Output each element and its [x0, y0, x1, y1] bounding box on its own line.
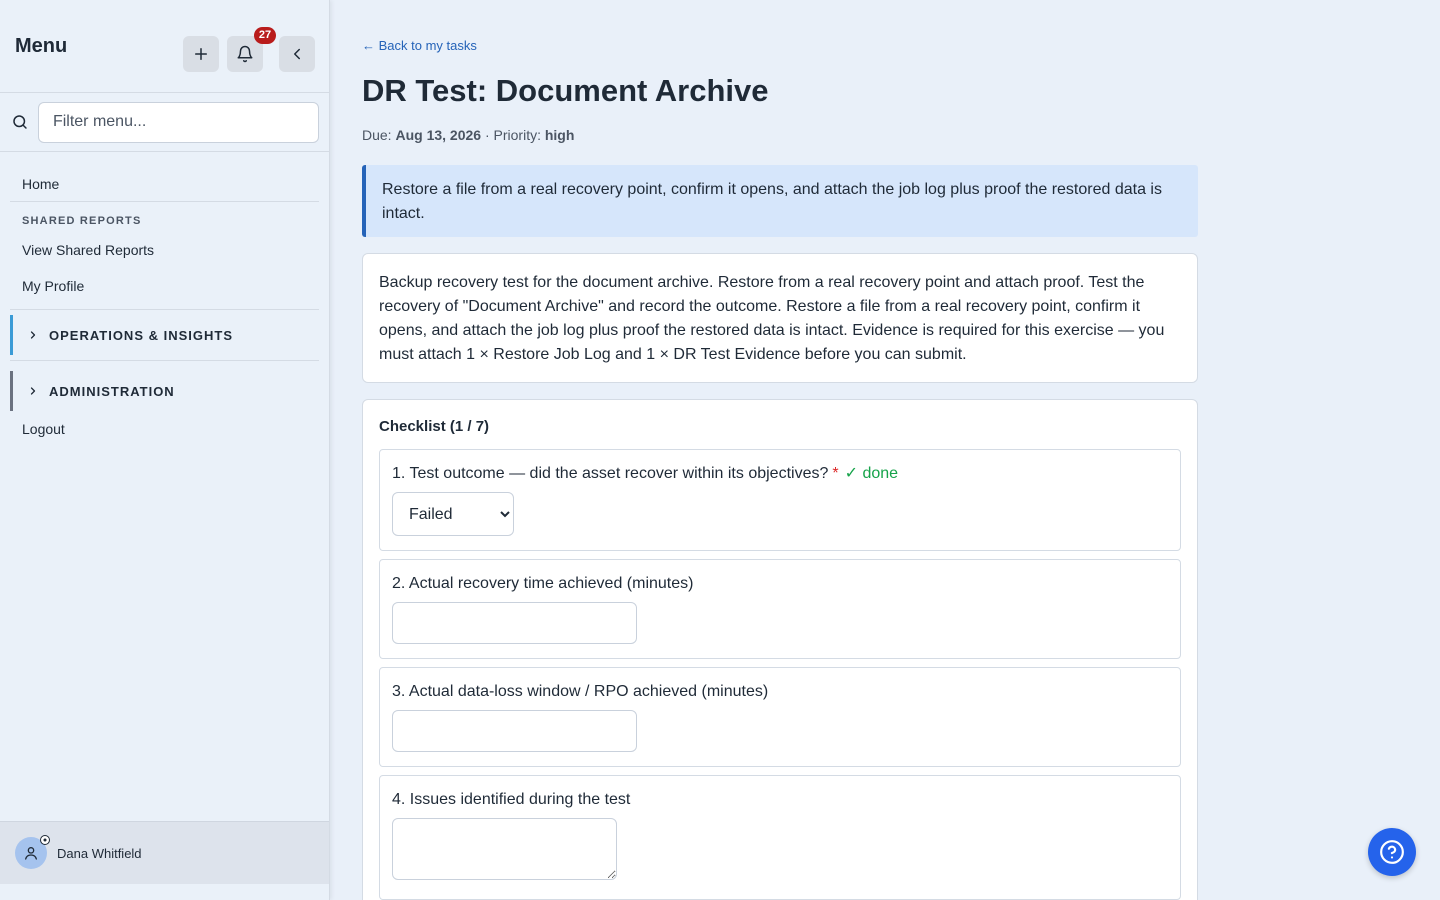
sidebar: Menu 27 Home SHARED REPORTS View Shared … [0, 0, 330, 900]
user-footer[interactable]: Dana Whitfield [0, 821, 329, 884]
sidebar-item-logout[interactable]: Logout [10, 411, 319, 447]
test-outcome-select[interactable]: Failed [392, 492, 514, 536]
required-marker: * [832, 465, 839, 482]
sidebar-item-my-profile[interactable]: My Profile [10, 268, 319, 304]
checklist-item: 3. Actual data-loss window / RPO achieve… [379, 667, 1181, 767]
task-description: Backup recovery test for the document ar… [362, 253, 1198, 383]
priority-label: · Priority: [484, 127, 541, 143]
due-value: Aug 13, 2026 [395, 127, 482, 143]
checklist-item-label: 4. Issues identified during the test [392, 791, 631, 808]
sidebar-header: Menu 27 [0, 0, 329, 93]
checklist-title: Checklist (1 / 7) [379, 418, 490, 435]
sidebar-nav: Home SHARED REPORTS View Shared Reports … [0, 166, 329, 447]
search-icon [13, 115, 27, 129]
back-to-tasks-link[interactable]: ← Back to my tasks [362, 38, 477, 53]
sidebar-group-operations[interactable]: OPERATIONS & INSIGHTS [10, 315, 319, 355]
plus-icon [195, 48, 207, 60]
sidebar-search [0, 93, 329, 152]
chevron-right-icon [30, 331, 36, 339]
checklist-item: 1. Test outcome — did the asset recover … [379, 449, 1181, 551]
help-icon [1380, 840, 1404, 864]
page-title: DR Test: Document Archive [362, 73, 769, 108]
sidebar-item-view-shared-reports[interactable]: View Shared Reports [10, 232, 319, 268]
checklist-item-label: 3. Actual data-loss window / RPO achieve… [392, 683, 769, 700]
rpo-input[interactable] [392, 710, 637, 752]
item-label-text: 1. Test outcome — did the asset recover … [392, 465, 829, 482]
chevron-left-icon [294, 48, 300, 60]
checklist-item-label: 1. Test outcome — did the asset recover … [392, 464, 1168, 484]
task-meta: Due: Aug 13, 2026 · Priority: high [362, 127, 574, 143]
notification-badge: 27 [254, 27, 276, 44]
add-button[interactable] [183, 36, 219, 72]
group-administration-label: ADMINISTRATION [49, 383, 175, 399]
checklist-item: 2. Actual recovery time achieved (minute… [379, 559, 1181, 659]
instruction-callout: Restore a file from a real recovery poin… [362, 165, 1198, 237]
divider [10, 360, 319, 361]
avatar [15, 835, 50, 869]
notifications-button[interactable]: 27 [227, 27, 276, 72]
user-icon [25, 847, 37, 860]
done-status: ✓ done [844, 465, 899, 482]
issues-textarea[interactable] [392, 818, 617, 880]
chevron-right-icon [30, 387, 36, 395]
filter-menu-input[interactable] [37, 101, 319, 143]
divider [10, 309, 319, 310]
help-button[interactable] [1368, 828, 1416, 876]
collapse-sidebar-button[interactable] [279, 36, 315, 72]
gear-icon [40, 835, 50, 845]
bell-icon [237, 45, 253, 63]
checklist-item: 4. Issues identified during the test [379, 775, 1181, 900]
sidebar-item-home[interactable]: Home [10, 166, 319, 202]
group-operations-label: OPERATIONS & INSIGHTS [49, 327, 233, 343]
due-label: Due: [362, 127, 392, 143]
checklist-card: Checklist (1 / 7) 1. Test outcome — did … [362, 399, 1198, 900]
priority-value: high [544, 127, 575, 143]
section-shared-reports: SHARED REPORTS [22, 215, 142, 227]
recovery-time-input[interactable] [392, 602, 637, 644]
sidebar-group-administration[interactable]: ADMINISTRATION [10, 371, 319, 411]
user-name: Dana Whitfield [57, 845, 142, 861]
checklist-item-label: 2. Actual recovery time achieved (minute… [392, 575, 694, 592]
